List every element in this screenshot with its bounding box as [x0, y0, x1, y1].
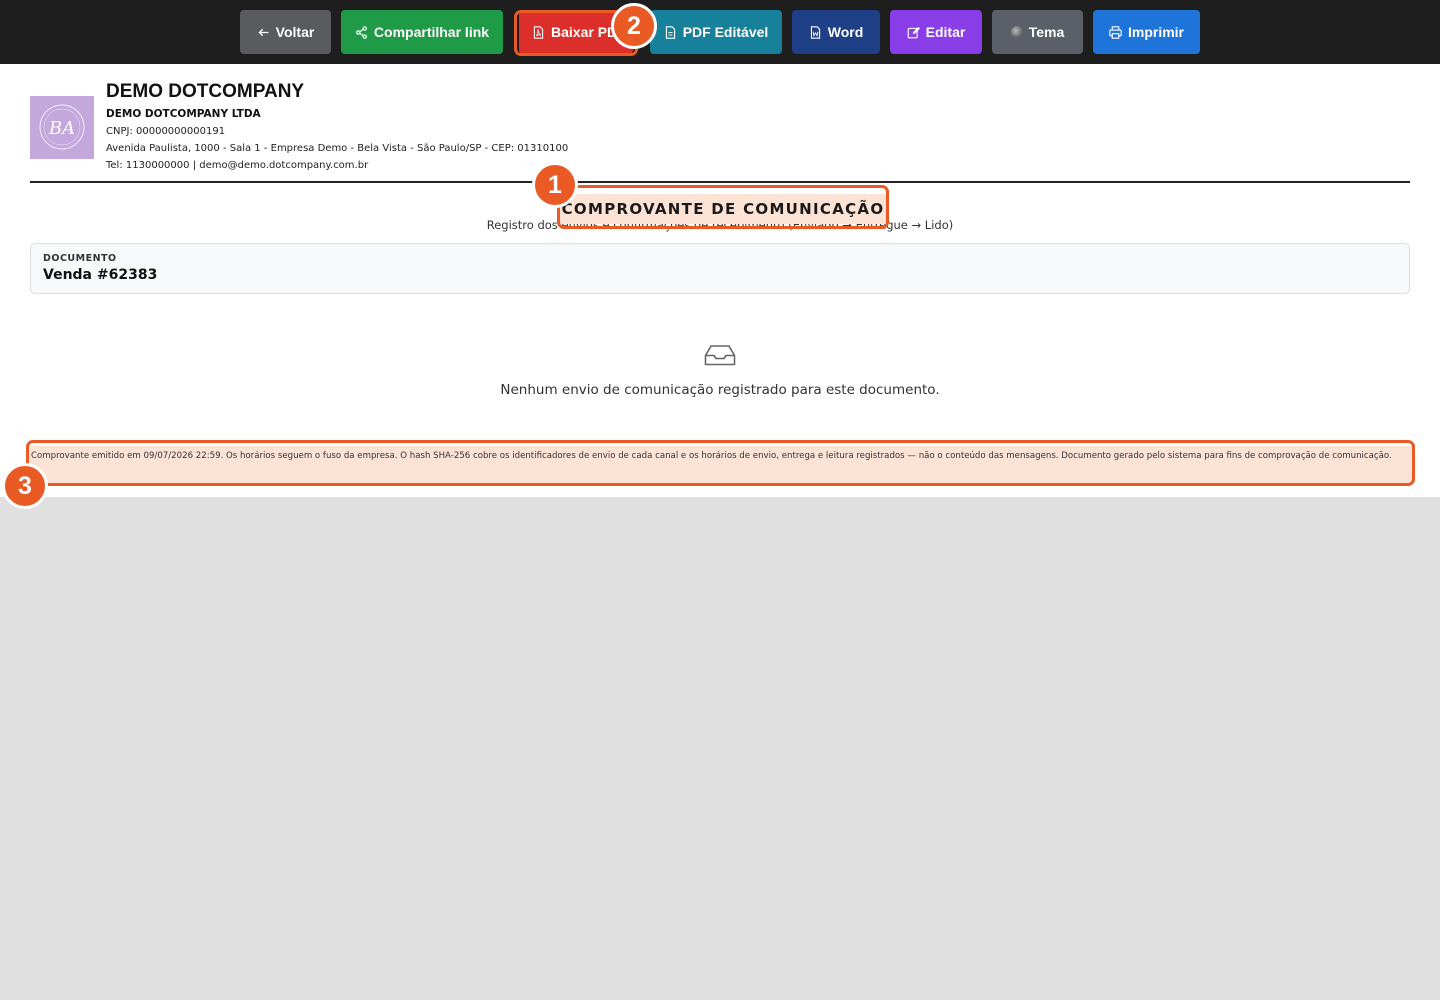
annotation-marker-3: 3	[2, 463, 48, 509]
theme-button[interactable]: Tema	[992, 10, 1083, 54]
print-button-label: Imprimir	[1127, 24, 1184, 40]
edit-icon	[907, 26, 920, 38]
word-button[interactable]: Word	[792, 10, 880, 54]
company-legal-name: DEMO DOTCOMPANY LTDA	[106, 108, 261, 120]
document-reference-box: DOCUMENTO Venda #62383	[30, 243, 1410, 294]
annotation-marker-2: 2	[611, 3, 657, 49]
document-reference-label: DOCUMENTO	[43, 253, 117, 264]
svg-text:BA: BA	[48, 118, 75, 139]
back-button[interactable]: Voltar	[240, 10, 331, 54]
share-link-button[interactable]: Compartilhar link	[341, 10, 503, 54]
theme-button-label: Tema	[1028, 24, 1065, 40]
company-cnpj: CNPJ: 00000000000191	[106, 126, 226, 137]
company-address: Avenida Paulista, 1000 - Sala 1 - Empres…	[106, 143, 569, 154]
document-page: BA DEMO DOTCOMPANY DEMO DOTCOMPANY LTDA …	[0, 64, 1440, 497]
editable-pdf-button-label: PDF Editável	[682, 24, 769, 40]
annotation-box-footer	[26, 440, 1415, 486]
company-name: DEMO DOTCOMPANY	[106, 81, 305, 102]
file-icon	[665, 25, 675, 39]
company-logo-image: BA	[39, 104, 85, 150]
print-button[interactable]: Imprimir	[1093, 10, 1200, 54]
edit-button[interactable]: Editar	[890, 10, 982, 54]
arrow-left-icon	[258, 28, 269, 36]
document-reference-value: Venda #62383	[43, 267, 158, 283]
empty-state-message: Nenhum envio de comunicação registrado p…	[500, 382, 940, 398]
theme-icon	[1010, 26, 1023, 38]
edit-button-label: Editar	[925, 24, 966, 40]
word-file-icon	[810, 25, 820, 39]
inbox-icon	[704, 345, 736, 366]
word-button-label: Word	[827, 24, 864, 40]
header-divider	[30, 181, 1410, 183]
company-logo: BA	[30, 96, 94, 159]
printer-icon	[1109, 25, 1122, 39]
share-link-button-label: Compartilhar link	[373, 24, 490, 40]
share-icon	[355, 25, 367, 39]
company-contact: Tel: 1130000000 | demo@demo.dotcompany.c…	[106, 160, 369, 171]
annotation-box-title	[557, 185, 889, 229]
back-button-label: Voltar	[275, 24, 315, 40]
action-toolbar: Voltar Compartilhar link Baixar PDF PDF …	[0, 0, 1440, 64]
annotation-marker-1: 1	[532, 162, 578, 208]
editable-pdf-button[interactable]: PDF Editável	[650, 10, 782, 54]
